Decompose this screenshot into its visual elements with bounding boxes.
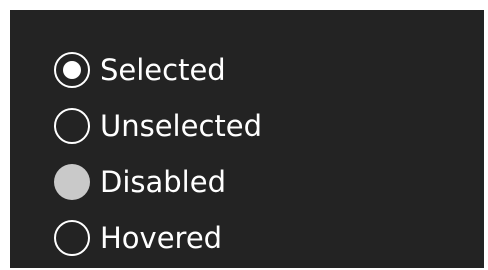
- radio-hovered-icon[interactable]: [54, 220, 90, 256]
- radio-panel: Selected Unselected Disabled Hovered: [10, 10, 484, 268]
- radio-unselected-icon[interactable]: [54, 108, 90, 144]
- radio-label-unselected: Unselected: [100, 109, 263, 143]
- radio-label-selected: Selected: [100, 53, 226, 87]
- radio-option-hovered[interactable]: Hovered: [54, 210, 262, 266]
- radio-disabled-icon: [54, 164, 90, 200]
- radio-option-selected[interactable]: Selected: [54, 42, 262, 98]
- radio-option-unselected[interactable]: Unselected: [54, 98, 262, 154]
- radio-group: Selected Unselected Disabled Hovered: [54, 42, 262, 266]
- radio-option-disabled: Disabled: [54, 154, 262, 210]
- radio-label-disabled: Disabled: [100, 165, 226, 199]
- radio-label-hovered: Hovered: [100, 221, 223, 255]
- radio-selected-icon[interactable]: [54, 52, 90, 88]
